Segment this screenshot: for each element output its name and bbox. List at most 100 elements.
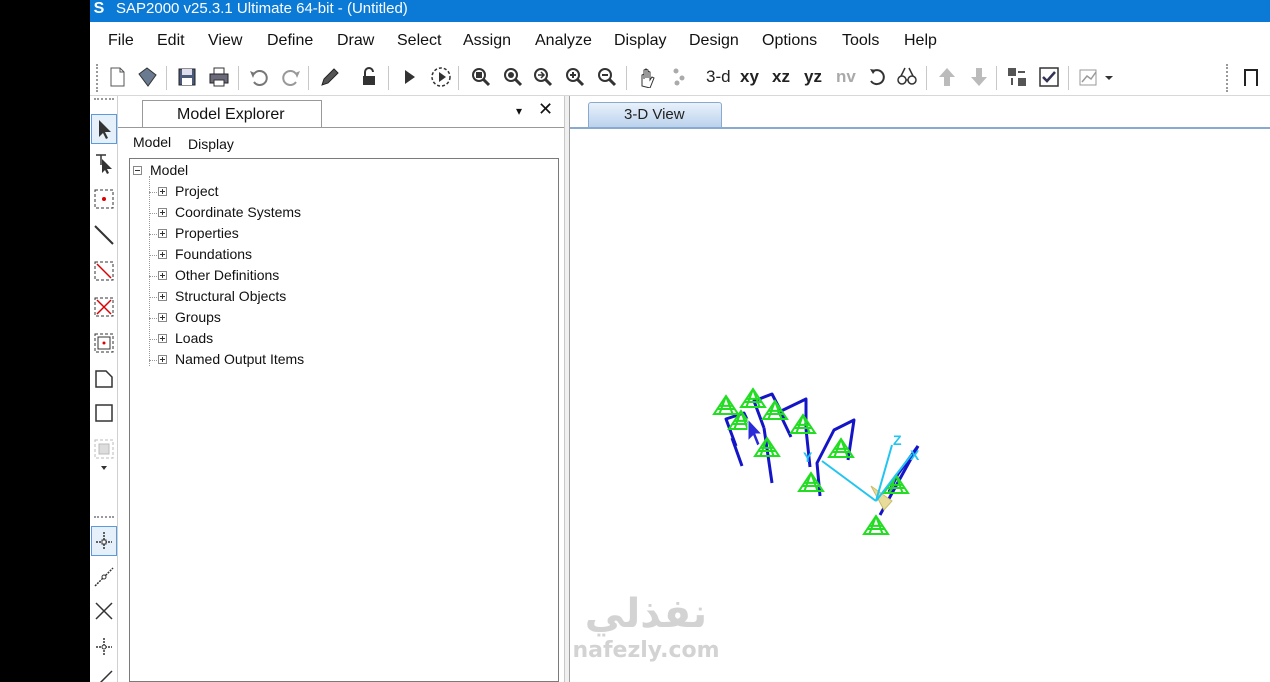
snap-perpendicular-icon[interactable] bbox=[91, 632, 117, 662]
expand-foundations-icon[interactable] bbox=[158, 250, 167, 259]
menu-select[interactable]: Select bbox=[397, 31, 441, 51]
move-up-icon[interactable] bbox=[934, 64, 960, 90]
frame-member[interactable] bbox=[730, 437, 744, 467]
zoom-in-icon[interactable] bbox=[562, 64, 588, 90]
fixed-support-icon[interactable] bbox=[882, 473, 910, 494]
draw-select-toolbar bbox=[90, 96, 118, 682]
object-properties-icon[interactable] bbox=[1004, 64, 1030, 90]
print-icon[interactable] bbox=[206, 64, 232, 90]
menu-view[interactable]: View bbox=[208, 31, 242, 51]
redo-icon[interactable] bbox=[278, 64, 304, 90]
lock-icon[interactable] bbox=[356, 64, 382, 90]
menu-analyze[interactable]: Analyze bbox=[535, 31, 592, 51]
move-down-icon[interactable] bbox=[966, 64, 992, 90]
zoom-window-icon[interactable] bbox=[468, 64, 494, 90]
snap-midpoints-icon[interactable] bbox=[91, 562, 117, 592]
snap-joints-icon[interactable] bbox=[91, 526, 117, 556]
expand-structural-objects-icon[interactable] bbox=[158, 292, 167, 301]
tree-item-named-output-items[interactable]: Named Output Items bbox=[175, 350, 304, 368]
expand-other-definitions-icon[interactable] bbox=[158, 271, 167, 280]
model-explorer-title: Model Explorer bbox=[177, 106, 285, 123]
save-icon[interactable] bbox=[174, 64, 200, 90]
tree-item-coordinate-systems[interactable]: Coordinate Systems bbox=[175, 203, 301, 221]
snap-intersections-icon[interactable] bbox=[91, 596, 117, 626]
check-box-icon[interactable] bbox=[1036, 64, 1062, 90]
fixed-support-icon[interactable] bbox=[862, 514, 890, 535]
view-xy-button[interactable]: xy bbox=[740, 67, 759, 87]
toolbar-separator bbox=[926, 66, 927, 90]
tree-item-loads[interactable]: Loads bbox=[175, 329, 213, 347]
reshape-pointer-icon[interactable] bbox=[91, 148, 117, 178]
expand-coordinate-systems-icon[interactable] bbox=[158, 208, 167, 217]
new-model-icon[interactable] bbox=[104, 64, 130, 90]
more-tools-arrow-icon[interactable] bbox=[91, 460, 117, 476]
snap-lines-icon[interactable] bbox=[91, 664, 117, 682]
toolbar-grip[interactable] bbox=[96, 64, 99, 92]
draw-rectangular-area-icon[interactable] bbox=[91, 398, 117, 428]
tree-item-foundations[interactable]: Foundations bbox=[175, 245, 252, 263]
model-explorer-tab[interactable]: Model Explorer bbox=[142, 100, 322, 128]
walk-icon[interactable] bbox=[666, 64, 692, 90]
fixed-support-icon[interactable] bbox=[789, 413, 817, 434]
toolbar-grip[interactable] bbox=[94, 516, 114, 519]
panel-options-chevron-icon[interactable]: ▾ bbox=[516, 104, 522, 118]
menu-design[interactable]: Design bbox=[689, 31, 739, 51]
tab-3d-view[interactable]: 3-D View bbox=[588, 102, 722, 128]
zoom-out-icon[interactable] bbox=[594, 64, 620, 90]
view-xz-button[interactable]: xz bbox=[772, 67, 790, 87]
axis-x-label: X bbox=[910, 447, 920, 463]
run-now-icon[interactable] bbox=[428, 64, 454, 90]
expand-project-icon[interactable] bbox=[158, 187, 167, 196]
draw-joint-icon[interactable] bbox=[91, 184, 117, 214]
fixed-support-icon[interactable] bbox=[712, 394, 740, 415]
pan-hand-icon[interactable] bbox=[634, 64, 660, 90]
tree-item-groups[interactable]: Groups bbox=[175, 308, 221, 326]
toolbar-separator bbox=[166, 66, 167, 90]
tree-item-project[interactable]: Project bbox=[175, 182, 219, 200]
zoom-extents-icon[interactable] bbox=[530, 64, 556, 90]
view-nv-button[interactable]: nv bbox=[836, 67, 856, 87]
toolbar-grip[interactable] bbox=[94, 98, 114, 101]
collapse-model-icon[interactable] bbox=[133, 166, 142, 175]
display-options-icon[interactable] bbox=[1076, 64, 1102, 90]
dropdown-arrow-icon[interactable] bbox=[1102, 64, 1116, 90]
panel-close-icon[interactable]: ✕ bbox=[538, 100, 553, 118]
run-analysis-icon[interactable] bbox=[396, 64, 422, 90]
tree-item-other-definitions[interactable]: Other Definitions bbox=[175, 266, 279, 284]
open-model-icon[interactable] bbox=[134, 64, 160, 90]
menu-tools[interactable]: Tools bbox=[842, 31, 879, 51]
perspective-glasses-icon[interactable] bbox=[894, 64, 920, 90]
draw-frame-icon[interactable] bbox=[91, 220, 117, 250]
menu-options[interactable]: Options bbox=[762, 31, 817, 51]
menu-edit[interactable]: Edit bbox=[157, 31, 185, 51]
quick-draw-braces-icon[interactable] bbox=[91, 292, 117, 322]
draw-poly-area-icon[interactable] bbox=[91, 364, 117, 394]
tab-display[interactable]: Display bbox=[188, 136, 234, 152]
quick-draw-frame-icon[interactable] bbox=[91, 256, 117, 286]
menu-draw[interactable]: Draw bbox=[337, 31, 374, 51]
menu-display[interactable]: Display bbox=[614, 31, 666, 51]
expand-loads-icon[interactable] bbox=[158, 334, 167, 343]
view-3d-button[interactable]: 3-d bbox=[706, 67, 731, 87]
tab-model[interactable]: Model bbox=[133, 134, 171, 150]
zoom-previous-icon[interactable] bbox=[500, 64, 526, 90]
expand-groups-icon[interactable] bbox=[158, 313, 167, 322]
quick-draw-secondary-beam-icon[interactable] bbox=[91, 328, 117, 358]
menu-help[interactable]: Help bbox=[904, 31, 937, 51]
menu-assign[interactable]: Assign bbox=[463, 31, 511, 51]
view-yz-button[interactable]: yz bbox=[804, 67, 822, 87]
toolbar-grip[interactable] bbox=[1226, 64, 1229, 92]
tree-item-structural-objects[interactable]: Structural Objects bbox=[175, 287, 286, 305]
menu-file[interactable]: File bbox=[108, 31, 134, 51]
tree-item-model[interactable]: Model bbox=[150, 161, 188, 179]
pencil-icon[interactable] bbox=[316, 64, 342, 90]
watermark-latin: nafezly.com bbox=[572, 638, 720, 663]
pointer-select-icon[interactable] bbox=[91, 114, 117, 144]
rotate-view-icon[interactable] bbox=[864, 64, 890, 90]
expand-named-output-items-icon[interactable] bbox=[158, 355, 167, 364]
tree-item-properties[interactable]: Properties bbox=[175, 224, 239, 242]
menu-define[interactable]: Define bbox=[267, 31, 313, 51]
frame-shape-icon[interactable] bbox=[1238, 64, 1264, 90]
expand-properties-icon[interactable] bbox=[158, 229, 167, 238]
undo-icon[interactable] bbox=[246, 64, 272, 90]
